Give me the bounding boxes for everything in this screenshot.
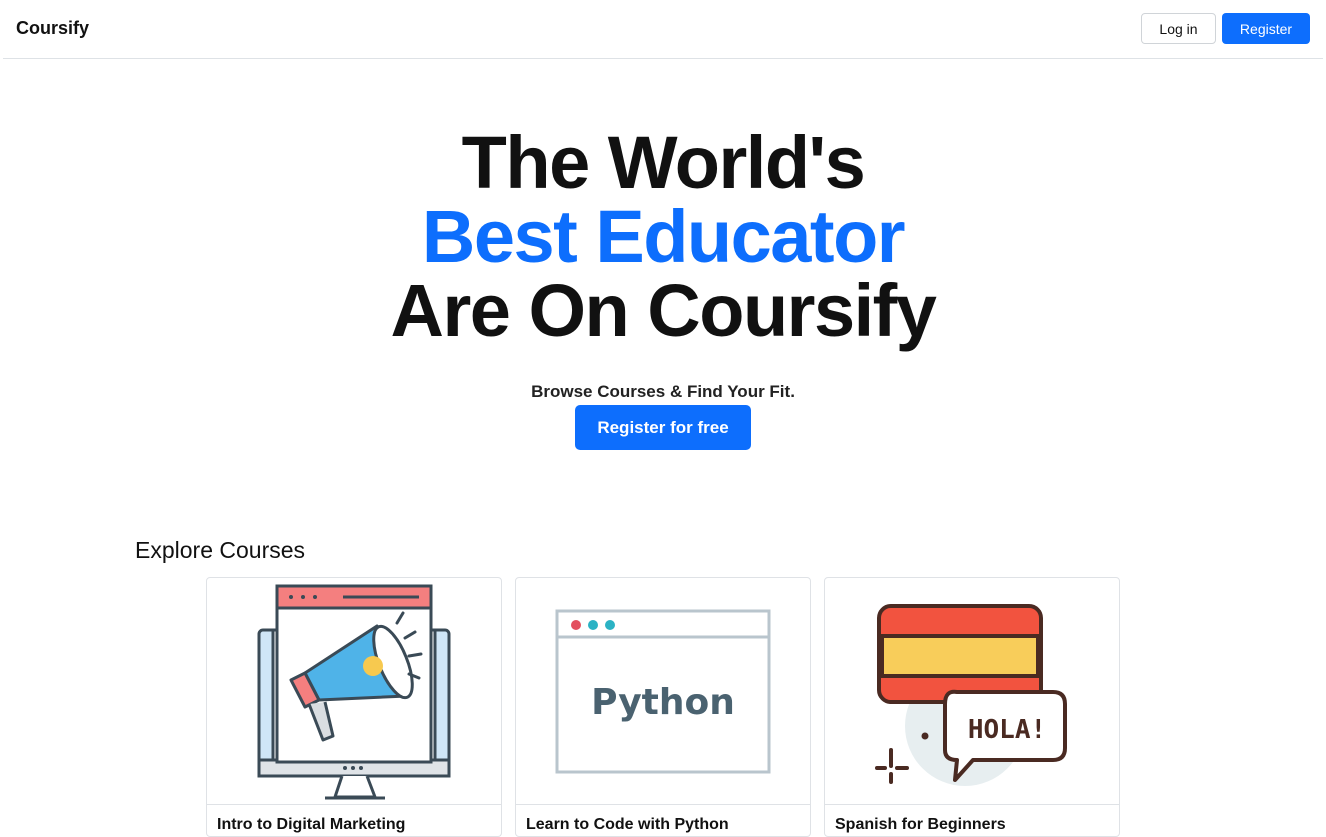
course-card[interactable]: Python Learn to Code with Python: [515, 577, 811, 837]
python-window-icon: Python: [555, 609, 771, 774]
course-image: HOLA!: [825, 578, 1119, 805]
section-title: Explore Courses: [135, 537, 306, 563]
brand-logo[interactable]: Coursify: [16, 18, 89, 39]
register-button[interactable]: Register: [1222, 13, 1310, 44]
spanish-flag-hola-icon: HOLA!: [875, 604, 1067, 786]
hero-line-1: The World's: [461, 121, 866, 204]
course-card[interactable]: Intro to Digital Marketing: [206, 577, 502, 837]
course-title[interactable]: Intro to Digital Marketing: [217, 816, 405, 834]
course-image: Python: [516, 578, 810, 805]
hero-subtitle: Browse Courses & Find Your Fit.: [531, 382, 795, 401]
course-image: [207, 578, 501, 805]
course-title[interactable]: Learn to Code with Python: [526, 816, 729, 834]
course-title[interactable]: Spanish for Beginners: [835, 816, 1006, 834]
hero-line-2: Best Educator: [421, 195, 906, 278]
hola-label: HOLA!: [968, 715, 1046, 745]
hero-heading: The World's Best Educator Are On Coursif…: [0, 126, 1326, 348]
login-button[interactable]: Log in: [1141, 13, 1216, 44]
hero-line-3: Are On Coursify: [390, 269, 937, 352]
navbar: Coursify Log in Register: [3, 0, 1323, 59]
course-card[interactable]: HOLA! Spanish for Beginners: [824, 577, 1120, 837]
megaphone-monitor-icon: [257, 584, 451, 800]
register-free-button[interactable]: Register for free: [575, 405, 751, 450]
python-label: Python: [591, 682, 735, 723]
